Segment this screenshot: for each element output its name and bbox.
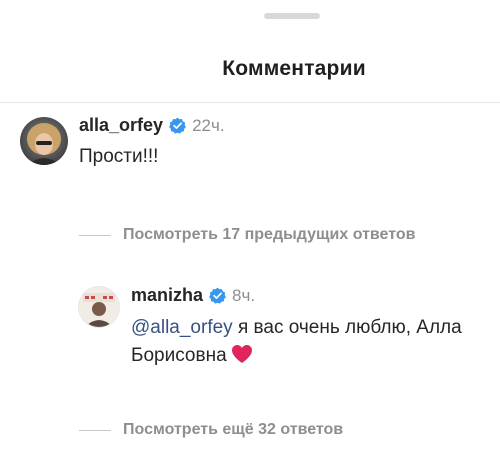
avatar-manizha-photo [79, 287, 119, 327]
avatar[interactable] [20, 117, 68, 165]
reply-text: @alla_orfey я вас очень люблю, Алла Бори… [131, 314, 491, 370]
view-previous-replies-button[interactable]: Посмотреть 17 предыдущих ответов [79, 226, 415, 244]
reply-header: manizha 8ч. [131, 285, 255, 306]
view-more-replies-button[interactable]: Посмотреть ещё 32 ответов [79, 421, 343, 439]
sheet-drag-handle[interactable] [264, 13, 320, 19]
avatar-alla-photo [20, 117, 68, 165]
verified-badge-icon [169, 117, 186, 134]
comment-timestamp: 22ч. [192, 115, 225, 135]
view-previous-replies-label: Посмотреть 17 предыдущих ответов [123, 226, 416, 243]
view-more-replies-label: Посмотреть ещё 32 ответов [123, 421, 344, 438]
mention-link[interactable]: @alla_orfey [131, 317, 233, 338]
comment-text: Прости!!! [79, 146, 159, 167]
comment-header: alla_orfey 22ч. [79, 115, 225, 136]
username-link[interactable]: manizha [131, 285, 203, 306]
red-heart-icon [231, 344, 253, 364]
divider-line [79, 429, 111, 431]
divider-line [79, 234, 111, 236]
reply-timestamp: 8ч. [232, 285, 256, 305]
header-divider [0, 102, 500, 103]
verified-badge-icon [209, 287, 226, 304]
avatar[interactable] [79, 287, 119, 327]
page-title: Комментарии [222, 57, 366, 80]
username-link[interactable]: alla_orfey [79, 115, 163, 136]
